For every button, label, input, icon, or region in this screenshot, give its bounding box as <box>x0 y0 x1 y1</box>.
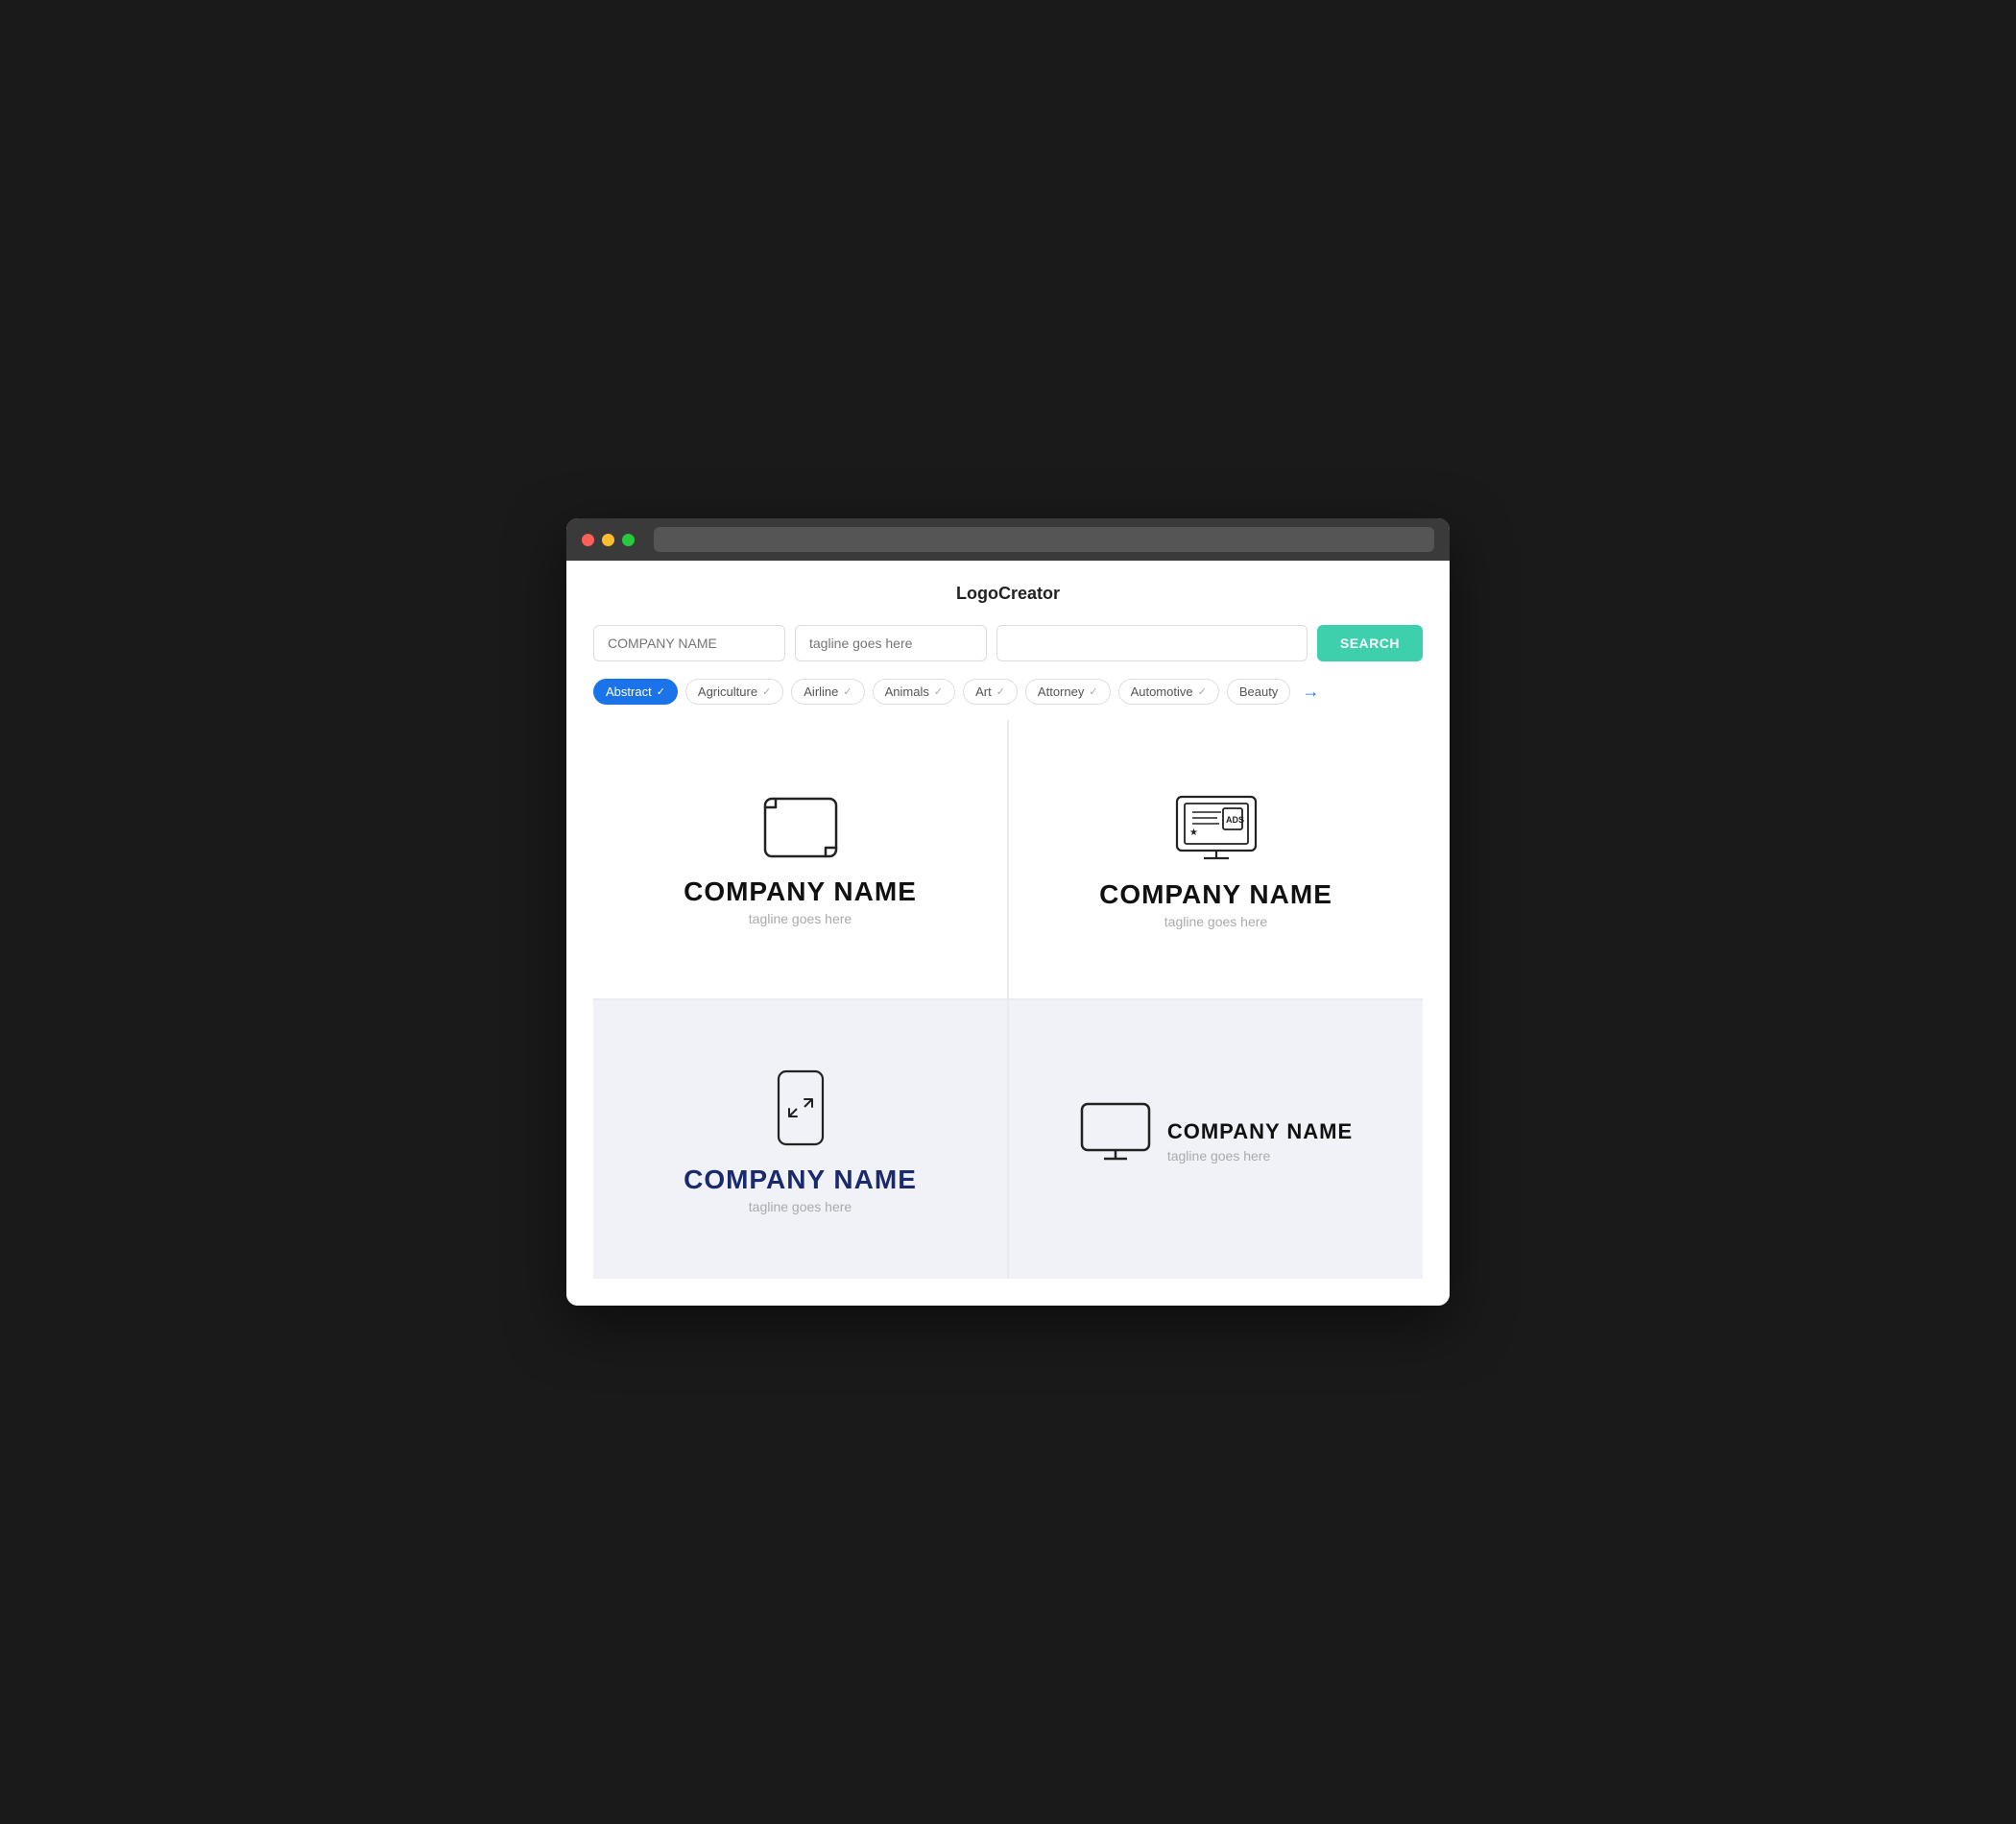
app-content: LogoCreator SEARCH Abstract ✓ Agricultur… <box>566 561 1450 1306</box>
close-button[interactable] <box>582 534 594 546</box>
logo-card-2[interactable]: ★ ADS COMPANY NAME tagline goes here <box>1009 720 1423 998</box>
logo1-company-name: COMPANY NAME <box>684 876 917 907</box>
logo2-company-name: COMPANY NAME <box>1099 879 1332 910</box>
filter-chip-animals[interactable]: Animals ✓ <box>873 679 955 705</box>
filter-label: Agriculture <box>698 684 757 699</box>
search-button[interactable]: SEARCH <box>1317 625 1423 661</box>
check-icon: ✓ <box>934 685 943 698</box>
logo-card-3[interactable]: COMPANY NAME tagline goes here <box>593 1000 1007 1279</box>
filter-chip-beauty[interactable]: Beauty <box>1227 679 1290 705</box>
search-row: SEARCH <box>593 625 1423 661</box>
tagline-input[interactable] <box>795 625 987 661</box>
filter-label: Attorney <box>1038 684 1084 699</box>
logo3-company-name: COMPANY NAME <box>684 1164 917 1195</box>
monitor-simple-icon <box>1079 1101 1152 1164</box>
filter-chip-automotive[interactable]: Automotive ✓ <box>1118 679 1219 705</box>
check-icon: ✓ <box>1089 685 1097 698</box>
filter-chip-airline[interactable]: Airline ✓ <box>791 679 864 705</box>
company-name-input[interactable] <box>593 625 785 661</box>
check-icon: ✓ <box>996 685 1005 698</box>
browser-titlebar <box>566 518 1450 561</box>
filter-label: Art <box>975 684 992 699</box>
svg-text:★: ★ <box>1189 828 1198 838</box>
logo1-tagline: tagline goes here <box>749 911 852 926</box>
address-bar[interactable] <box>654 527 1434 552</box>
check-icon: ✓ <box>762 685 771 698</box>
filter-label: Animals <box>885 684 929 699</box>
filter-label: Automotive <box>1131 684 1193 699</box>
filter-label: Beauty <box>1239 684 1278 699</box>
minimize-button[interactable] <box>602 534 614 546</box>
logo4-tagline: tagline goes here <box>1167 1148 1353 1164</box>
filter-next-arrow[interactable]: → <box>1302 682 1319 702</box>
filter-label: Airline <box>804 684 838 699</box>
check-icon: ✓ <box>1198 685 1207 698</box>
logo2-tagline: tagline goes here <box>1164 914 1267 929</box>
logo-card-4[interactable]: COMPANY NAME tagline goes here <box>1009 1000 1423 1279</box>
logo4-text-block: COMPANY NAME tagline goes here <box>1167 1119 1353 1164</box>
maximize-button[interactable] <box>622 534 635 546</box>
logo-card-1[interactable]: COMPANY NAME tagline goes here <box>593 720 1007 998</box>
filter-chip-attorney[interactable]: Attorney ✓ <box>1025 679 1111 705</box>
svg-text:ADS: ADS <box>1226 815 1244 825</box>
monitor-ads-icon: ★ ADS <box>1173 793 1260 862</box>
filter-row: Abstract ✓ Agriculture ✓ Airline ✓ Anima… <box>593 679 1423 705</box>
logo-grid: COMPANY NAME tagline goes here <box>593 720 1423 1279</box>
logo4-company-name: COMPANY NAME <box>1167 1119 1353 1144</box>
filter-chip-art[interactable]: Art ✓ <box>963 679 1018 705</box>
browser-window: LogoCreator SEARCH Abstract ✓ Agricultur… <box>566 518 1450 1306</box>
filter-chip-agriculture[interactable]: Agriculture ✓ <box>685 679 783 705</box>
keyword-input[interactable] <box>996 625 1308 661</box>
check-icon: ✓ <box>843 685 852 698</box>
filter-chip-abstract[interactable]: Abstract ✓ <box>593 679 678 705</box>
phone-expand-icon <box>776 1068 826 1147</box>
bracket-square-icon <box>762 796 839 859</box>
check-icon: ✓ <box>657 685 665 698</box>
filter-label: Abstract <box>606 684 652 699</box>
app-title: LogoCreator <box>593 584 1423 604</box>
logo3-tagline: tagline goes here <box>749 1199 852 1214</box>
